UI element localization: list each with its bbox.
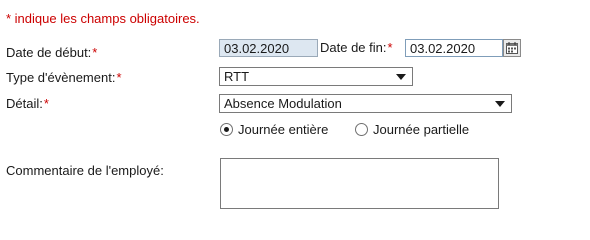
end-date-field[interactable] [405, 39, 503, 57]
radio-full-day[interactable]: Journée entière [220, 122, 328, 137]
event-type-select[interactable]: RTT [219, 67, 413, 86]
detail-label: Détail: [6, 96, 43, 111]
calendar-icon [506, 42, 518, 54]
chevron-down-icon [495, 100, 505, 107]
end-date-label-row: Date de fin:* [320, 40, 393, 55]
required-marker: * [92, 45, 98, 60]
event-type-label-row: Type d'évènement:* [6, 70, 122, 85]
employee-comment-label: Commentaire de l'employé: [6, 163, 164, 178]
detail-label-row: Détail:* [6, 96, 49, 111]
required-marker: * [116, 70, 122, 85]
required-marker: * [43, 96, 49, 111]
start-date-label-row: Date de début:* [6, 45, 97, 60]
calendar-button[interactable] [503, 39, 521, 57]
partial-day-label: Journée partielle [373, 122, 470, 137]
detail-value: Absence Modulation [224, 96, 342, 111]
detail-select[interactable]: Absence Modulation [219, 94, 512, 113]
required-marker: * [387, 40, 393, 55]
radio-partial-day[interactable]: Journée partielle [355, 122, 469, 137]
start-date-field[interactable] [219, 39, 318, 57]
start-date-label: Date de début: [6, 45, 92, 60]
radio-button-selected[interactable] [220, 123, 233, 136]
end-date-label: Date de fin: [320, 40, 387, 55]
chevron-down-icon [396, 73, 406, 80]
radio-button[interactable] [355, 123, 368, 136]
employee-comment-field[interactable] [220, 158, 499, 209]
full-day-label: Journée entière [238, 122, 329, 137]
radio-dot [224, 127, 229, 132]
event-type-value: RTT [224, 69, 250, 84]
required-fields-note: * indique les champs obligatoires. [6, 11, 200, 26]
event-type-label: Type d'évènement: [6, 70, 116, 85]
